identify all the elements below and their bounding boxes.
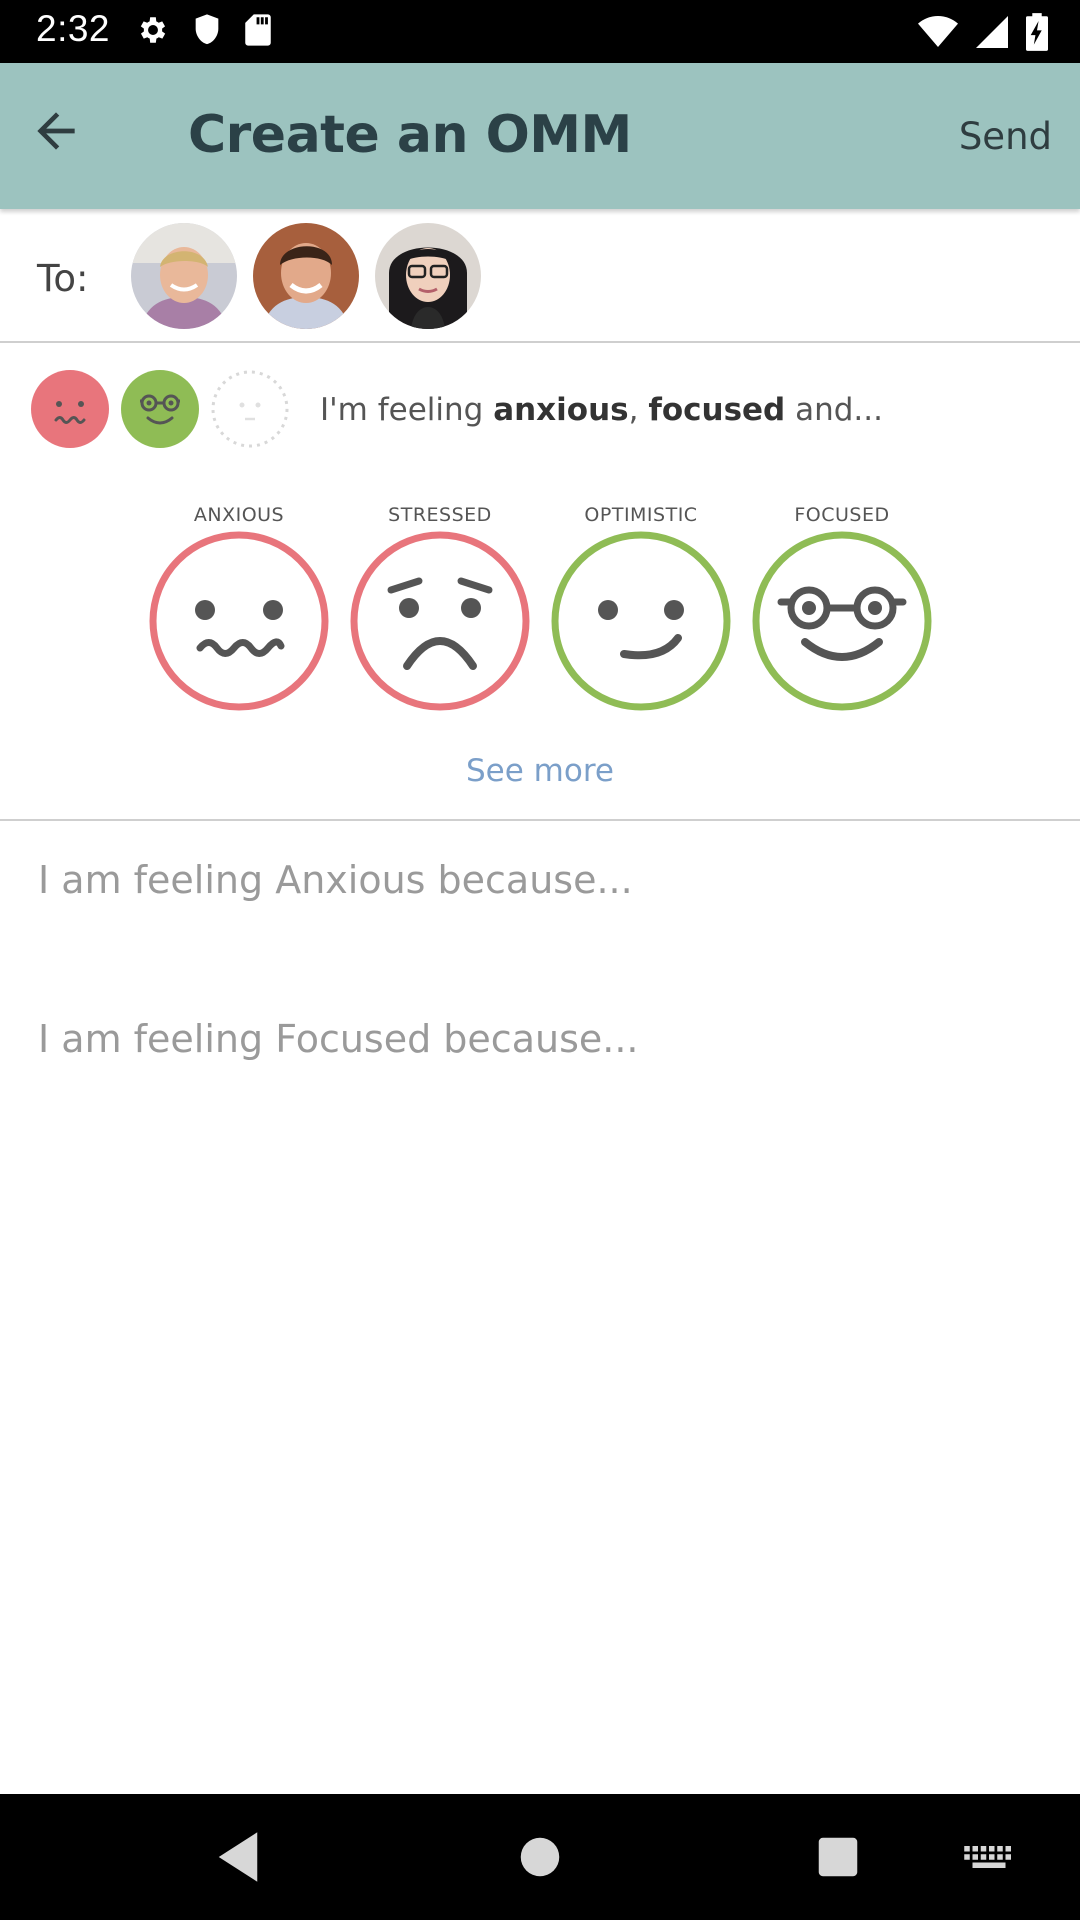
- app-bar: Create an OMM Send: [0, 63, 1080, 209]
- keyboard-icon[interactable]: [956, 1824, 1022, 1890]
- home-circle-icon[interactable]: [507, 1824, 573, 1890]
- status-icons-left: [136, 13, 272, 47]
- feeling-prefix: I'm feeling: [320, 392, 494, 428]
- status-icons-right: [918, 13, 1048, 51]
- mood-label-focused: FOCUSED: [794, 504, 890, 526]
- recipient-avatar-2[interactable]: [253, 223, 359, 329]
- mood-label-stressed: STRESSED: [388, 504, 492, 526]
- arrow-back-icon: [37, 112, 75, 150]
- feeling-separator: ,: [628, 392, 649, 428]
- avatar-man-blond-icon: [131, 223, 237, 329]
- wifi-icon: [918, 16, 958, 47]
- system-nav-bar: [0, 1794, 1080, 1920]
- back-triangle-icon[interactable]: [205, 1824, 271, 1890]
- anxious-face-icon: [149, 531, 329, 711]
- recipient-avatar-3[interactable]: [375, 223, 481, 329]
- battery-icon: [1026, 13, 1048, 51]
- recents-square-icon[interactable]: [805, 1824, 871, 1890]
- focused-face-icon: [752, 531, 932, 711]
- recipients-row: To:: [0, 209, 1080, 343]
- feeling-suffix: and...: [785, 392, 883, 428]
- sd-card-icon: [245, 14, 271, 46]
- feeling-second-mood: focused: [648, 392, 786, 428]
- recipient-avatar-1[interactable]: [131, 223, 237, 329]
- mood-stressed[interactable]: STRESSED: [349, 500, 531, 711]
- status-time: 2:32: [36, 8, 111, 49]
- mood-label-anxious: ANXIOUS: [193, 504, 285, 526]
- send-button[interactable]: Send: [959, 115, 1052, 158]
- see-more-link[interactable]: See more: [0, 753, 1080, 789]
- screen: 2:32 Create an OMM Send To: I'm feeling …: [0, 0, 1080, 1920]
- selected-anxious-icon[interactable]: [30, 369, 110, 449]
- shield-icon: [195, 14, 219, 45]
- settings-icon: [140, 17, 166, 43]
- mood-label-optimistic: OPTIMISTIC: [584, 504, 698, 526]
- selected-focused-icon[interactable]: [120, 369, 200, 449]
- anxious-reason-input[interactable]: [38, 850, 1048, 910]
- page-title: Create an OMM: [188, 105, 632, 165]
- avatar-man-dark-hair-icon: [253, 223, 359, 329]
- focused-reason-input[interactable]: [38, 1009, 1048, 1069]
- cell-signal-icon: [976, 16, 1008, 48]
- avatar-woman-glasses-icon: [375, 223, 481, 329]
- stressed-face-icon: [350, 531, 530, 711]
- mood-focused[interactable]: FOCUSED: [751, 500, 933, 711]
- status-bar: 2:32: [0, 0, 1080, 63]
- back-button[interactable]: [28, 103, 84, 159]
- feeling-sentence: I'm feeling anxious, focused and...: [320, 392, 883, 428]
- to-label: To:: [37, 257, 89, 300]
- divider: [0, 819, 1080, 821]
- optimistic-face-icon: [551, 531, 731, 711]
- mood-optimistic[interactable]: OPTIMISTIC: [550, 500, 732, 711]
- feeling-first-mood: anxious: [493, 392, 629, 428]
- empty-mood-slot-icon[interactable]: [210, 369, 290, 449]
- mood-anxious[interactable]: ANXIOUS: [148, 500, 330, 711]
